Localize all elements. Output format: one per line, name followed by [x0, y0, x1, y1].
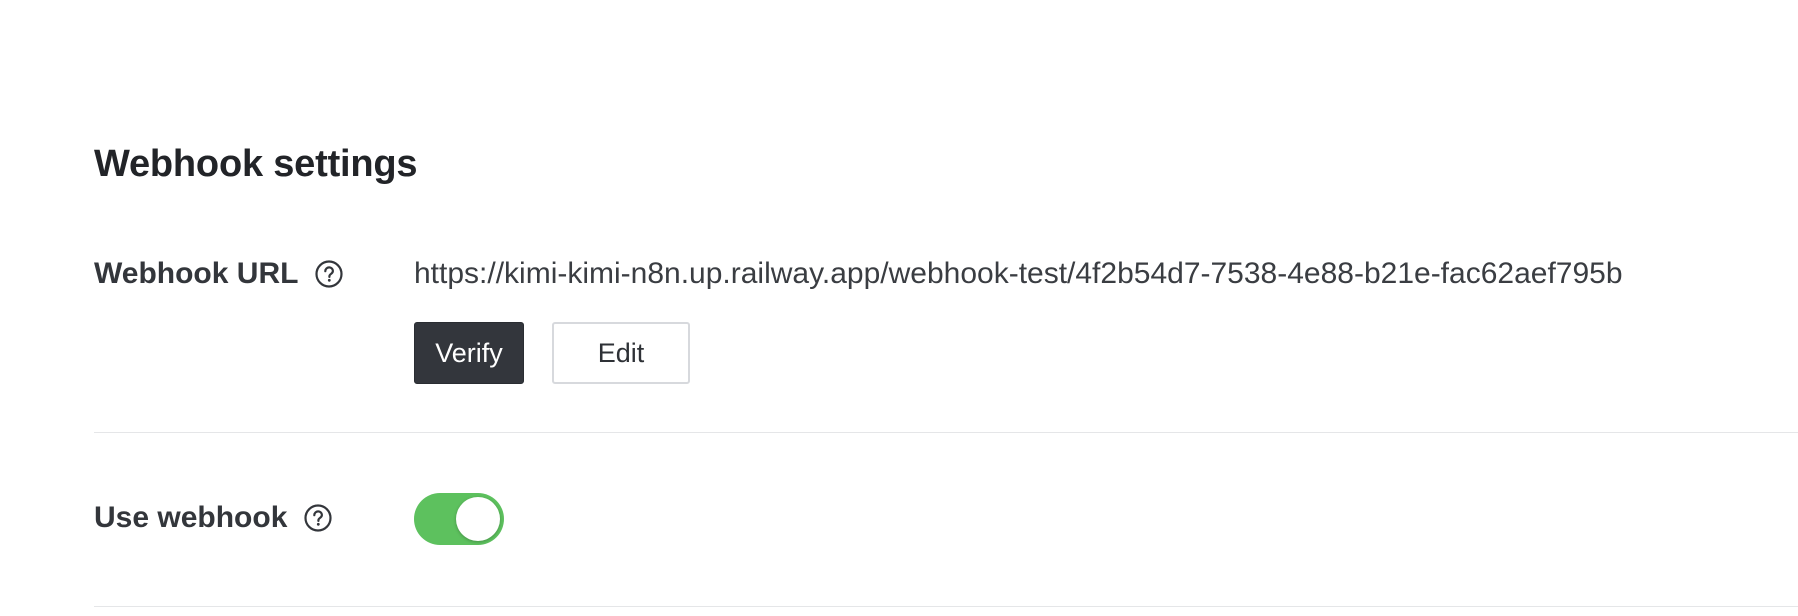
divider	[94, 432, 1798, 433]
help-circle-icon[interactable]	[303, 503, 333, 533]
section-title: Webhook settings	[94, 143, 418, 185]
verify-button[interactable]: Verify	[414, 322, 524, 384]
webhook-url-value: https://kimi-kimi-n8n.up.railway.app/web…	[414, 257, 1623, 290]
use-webhook-toggle[interactable]	[414, 493, 504, 545]
use-webhook-label: Use webhook	[94, 501, 288, 534]
toggle-knob	[456, 497, 500, 541]
webhook-settings-page: Webhook settings Webhook URL https://kim…	[0, 0, 1798, 616]
help-circle-icon[interactable]	[314, 259, 344, 289]
edit-button[interactable]: Edit	[552, 322, 690, 384]
divider	[94, 606, 1798, 607]
webhook-url-label: Webhook URL	[94, 257, 299, 290]
use-webhook-label-row: Use webhook	[94, 498, 333, 538]
webhook-url-label-row: Webhook URL	[94, 254, 344, 294]
